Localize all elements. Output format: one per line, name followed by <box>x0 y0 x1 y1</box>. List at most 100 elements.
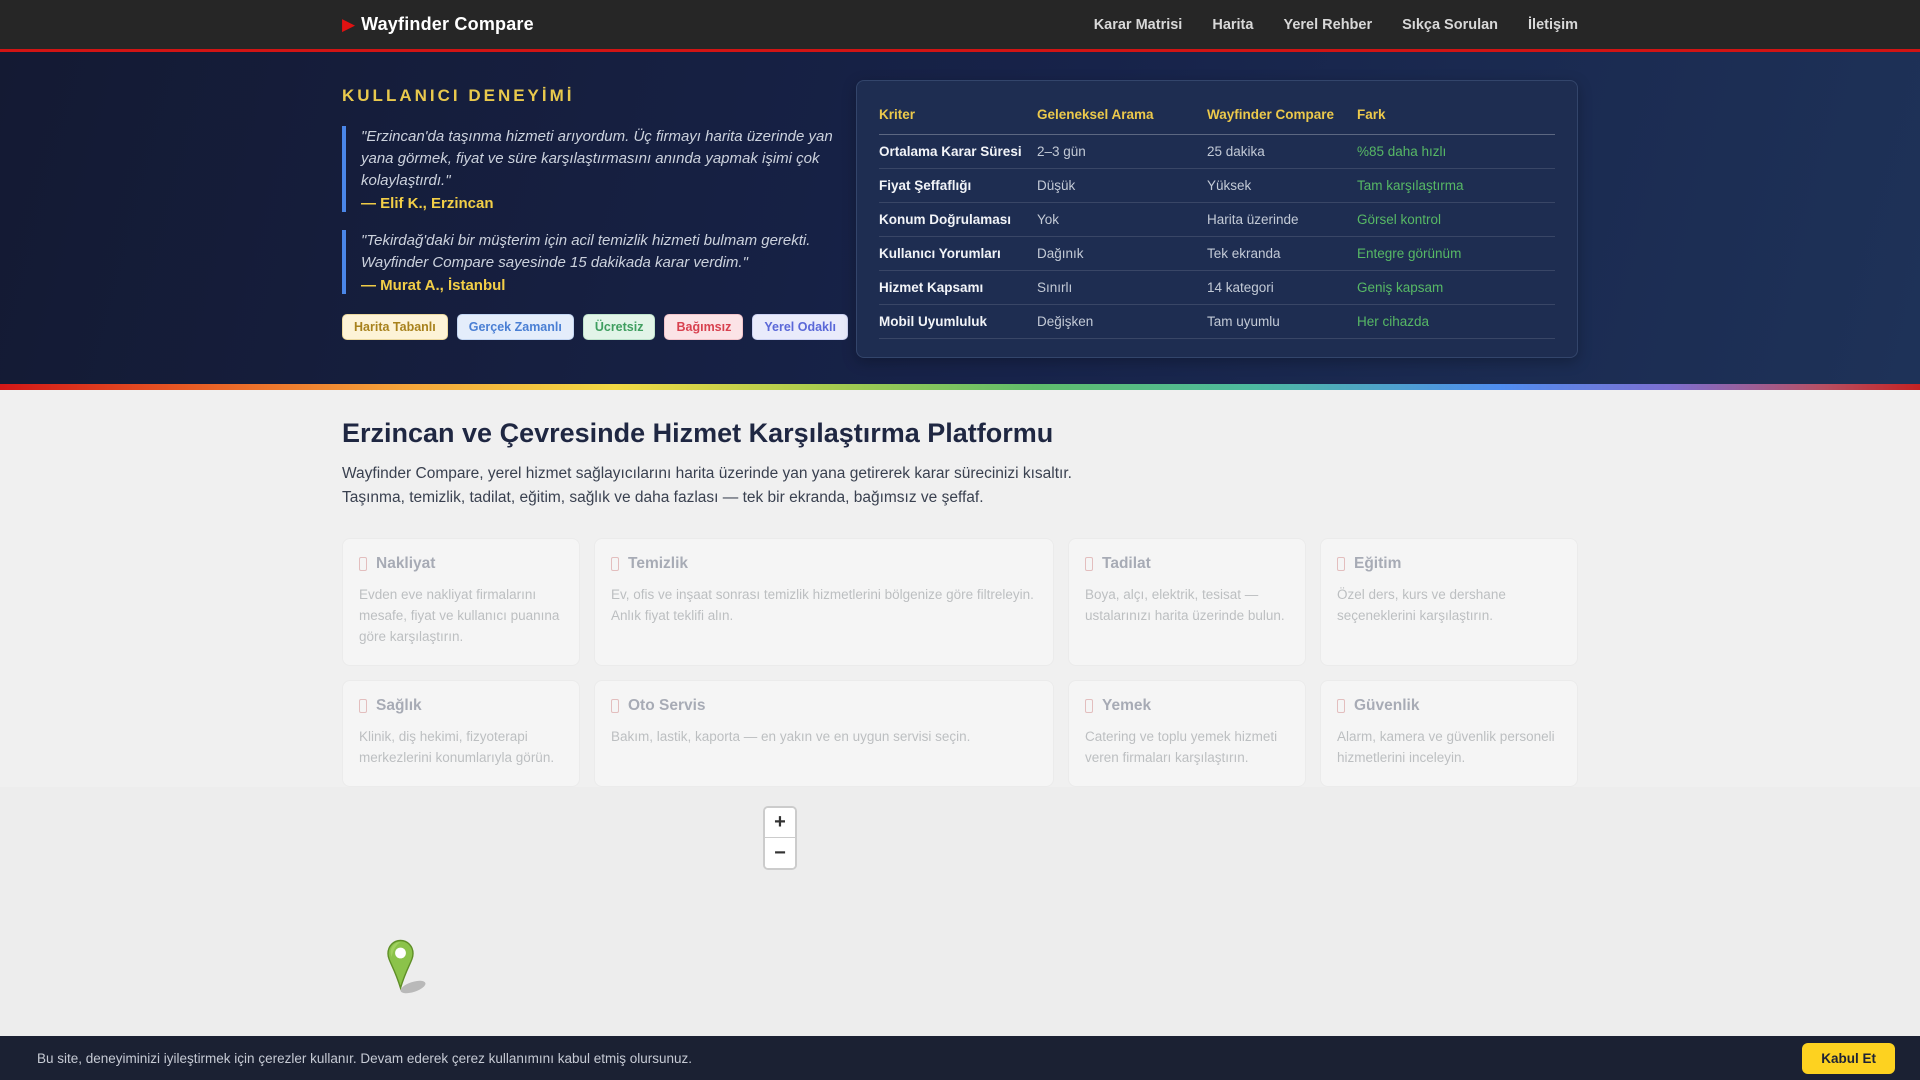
comparison-table-header: Wayfinder Compare <box>1207 95 1357 135</box>
category-description: Klinik, diş hekimi, fizyoterapi merkezle… <box>359 729 555 765</box>
category-card-title-row: Sağlık <box>359 697 563 715</box>
cell-kriter: Hizmet Kapsamı <box>879 270 1037 305</box>
table-row: Konum Doğrulaması Yok Harita üzerinde Gö… <box>879 202 1555 237</box>
cell-wayfinder: Tam uyumlu <box>1207 304 1357 339</box>
play-triangle-icon: ▶ <box>342 15 356 34</box>
nav-link[interactable]: Harita <box>1212 17 1253 33</box>
cell-fark: Görsel kontrol <box>1357 202 1555 237</box>
testimonial-quote: "Tekirdağ'daki bir müşterim için acil te… <box>361 232 811 271</box>
cookie-consent-bar: Bu site, deneyiminizi iyileştirmek için … <box>0 1036 1920 1080</box>
feature-tag: Yerel Odaklı <box>752 314 848 340</box>
category-card-title-row: Yemek <box>1085 697 1289 715</box>
category-icon <box>1085 699 1093 713</box>
comparison-table-header: Geleneksel Arama <box>1037 95 1207 135</box>
cell-geleneksel: 2–3 gün <box>1037 134 1207 169</box>
map-zoom-control: + − <box>763 806 797 870</box>
category-icon <box>1337 557 1345 571</box>
feature-tag: Gerçek Zamanlı <box>456 314 574 340</box>
category-card[interactable]: Güvenlik Alarm, kamera ve güvenlik perso… <box>1320 680 1578 787</box>
hero-kicker: KULLANICI DENEYİMİ <box>342 86 575 105</box>
category-description: Bakım, lastik, kaporta — en yakın ve en … <box>611 729 971 744</box>
comparison-table-header: Fark <box>1357 95 1555 135</box>
cell-fark: Tam karşılaştırma <box>1357 168 1555 203</box>
category-description: Ev, ofis ve inşaat sonrası temizlik hizm… <box>611 587 1034 623</box>
table-row: Mobil Uyumluluk Değişken Tam uyumlu Her … <box>879 304 1555 339</box>
hero-section: KULLANICI DENEYİMİ "Erzincan'da taşınma … <box>0 52 1920 384</box>
testimonial-quote: "Erzincan'da taşınma hizmeti arıyordum. … <box>361 128 833 189</box>
category-card[interactable]: Eğitim Özel ders, kurs ve dershane seçen… <box>1320 538 1578 666</box>
category-icon <box>611 699 619 713</box>
main-section: Erzincan ve Çevresinde Hizmet Karşılaştı… <box>0 390 1920 787</box>
category-description: Catering ve toplu yemek hizmeti veren fi… <box>1085 729 1278 765</box>
intro-line-1: Wayfinder Compare, yerel hizmet sağlayıc… <box>342 465 1072 482</box>
cell-geleneksel: Yok <box>1037 202 1207 237</box>
zoom-out-button[interactable]: − <box>765 838 795 868</box>
cell-fark: Entegre görünüm <box>1357 236 1555 271</box>
testimonial-list: "Erzincan'da taşınma hizmeti arıyordum. … <box>342 126 847 294</box>
category-card-title-row: Eğitim <box>1337 555 1561 573</box>
category-card[interactable]: Sağlık Klinik, diş hekimi, fizyoterapi m… <box>342 680 580 787</box>
cell-fark: Her cihazda <box>1357 304 1555 339</box>
intro-line-2: Taşınma, temizlik, tadilat, eğitim, sağl… <box>342 489 984 506</box>
table-row: Fiyat Şeffaflığı Düşük Yüksek Tam karşıl… <box>879 168 1555 203</box>
cell-geleneksel: Dağınık <box>1037 236 1207 271</box>
category-card-title-row: Tadilat <box>1085 555 1289 573</box>
page-title: Erzincan ve Çevresinde Hizmet Karşılaştı… <box>342 418 1054 448</box>
cell-kriter: Ortalama Karar Süresi <box>879 134 1037 169</box>
cell-kriter: Kullanıcı Yorumları <box>879 236 1037 271</box>
category-card[interactable]: Nakliyat Evden eve nakliyat firmalarını … <box>342 538 580 666</box>
category-title: Yemek <box>1102 697 1152 714</box>
intro-text: Wayfinder Compare, yerel hizmet sağlayıc… <box>342 462 1578 510</box>
testimonial: "Erzincan'da taşınma hizmeti arıyordum. … <box>342 126 847 212</box>
cell-wayfinder: 14 kategori <box>1207 270 1357 305</box>
feature-tag: Ücretsiz <box>582 314 656 340</box>
category-icon <box>1337 699 1345 713</box>
feature-tag-row: Harita Tabanlı Gerçek Zamanlı Ücretsiz B… <box>342 314 848 340</box>
category-title: Güvenlik <box>1354 697 1420 714</box>
map-canvas[interactable]: + − <box>0 787 1920 1057</box>
category-icon <box>359 699 367 713</box>
cookie-accept-button[interactable]: Kabul Et <box>1802 1042 1895 1074</box>
comparison-table: Kriter Geleneksel Arama Wayfinder Compar… <box>879 95 1555 339</box>
comparison-table-header-row: Kriter Geleneksel Arama Wayfinder Compar… <box>879 95 1555 135</box>
nav-link[interactable]: Karar Matrisi <box>1094 17 1183 33</box>
category-card[interactable]: Tadilat Boya, alçı, elektrik, tesisat — … <box>1068 538 1306 666</box>
cell-wayfinder: Tek ekranda <box>1207 236 1357 271</box>
cell-kriter: Konum Doğrulaması <box>879 202 1037 237</box>
category-card[interactable]: Oto Servis Bakım, lastik, kaporta — en y… <box>594 680 1054 787</box>
category-description: Alarm, kamera ve güvenlik personeli hizm… <box>1337 729 1555 765</box>
comparison-table-body: Ortalama Karar Süresi 2–3 gün 25 dakika … <box>879 134 1555 339</box>
category-icon <box>1085 557 1093 571</box>
category-title: Temizlik <box>628 555 689 572</box>
hero-left-column: KULLANICI DENEYİMİ "Erzincan'da taşınma … <box>342 80 848 340</box>
cell-wayfinder: Harita üzerinde <box>1207 202 1357 237</box>
page: ▶ Wayfinder Compare Karar Matrisi Harita… <box>0 0 1920 1080</box>
brand-logo[interactable]: ▶ Wayfinder Compare <box>342 14 534 35</box>
nav-link[interactable]: Yerel Rehber <box>1283 17 1372 33</box>
table-row: Ortalama Karar Süresi 2–3 gün 25 dakika … <box>879 134 1555 169</box>
comparison-table-header: Kriter <box>879 95 1037 135</box>
map-marker-pin[interactable] <box>386 939 432 995</box>
brand-name: Wayfinder Compare <box>361 14 534 34</box>
category-card[interactable]: Yemek Catering ve toplu yemek hizmeti ve… <box>1068 680 1306 787</box>
cell-wayfinder: Yüksek <box>1207 168 1357 203</box>
table-row: Kullanıcı Yorumları Dağınık Tek ekranda … <box>879 236 1555 271</box>
nav-link[interactable]: İletişim <box>1528 17 1578 33</box>
category-card-grid: Nakliyat Evden eve nakliyat firmalarını … <box>342 538 1578 787</box>
cell-kriter: Fiyat Şeffaflığı <box>879 168 1037 203</box>
category-card-title-row: Oto Servis <box>611 697 1037 715</box>
nav-link[interactable]: Sıkça Sorulan <box>1402 17 1498 33</box>
category-card-title-row: Güvenlik <box>1337 697 1561 715</box>
category-icon <box>611 557 619 571</box>
category-title: Eğitim <box>1354 555 1402 572</box>
cell-fark: %85 daha hızlı <box>1357 134 1555 169</box>
top-nav: ▶ Wayfinder Compare Karar Matrisi Harita… <box>0 0 1920 52</box>
cell-kriter: Mobil Uyumluluk <box>879 304 1037 339</box>
category-card-title-row: Nakliyat <box>359 555 563 573</box>
category-card-title-row: Temizlik <box>611 555 1037 573</box>
testimonial-author: — Elif K., Erzincan <box>361 195 494 212</box>
zoom-in-button[interactable]: + <box>765 808 795 838</box>
category-title: Nakliyat <box>376 555 436 572</box>
category-title: Tadilat <box>1102 555 1151 572</box>
category-card[interactable]: Temizlik Ev, ofis ve inşaat sonrası temi… <box>594 538 1054 666</box>
